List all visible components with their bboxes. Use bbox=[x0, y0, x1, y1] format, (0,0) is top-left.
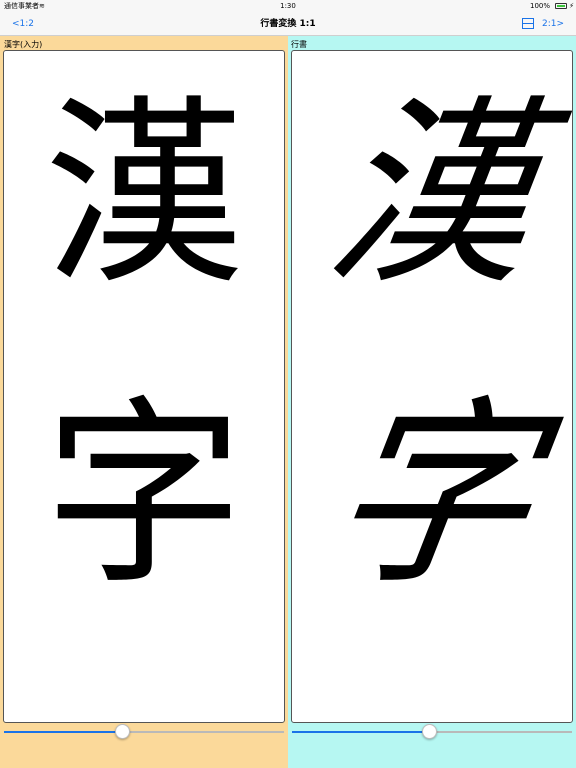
input-size-slider[interactable] bbox=[0, 724, 288, 740]
status-time: 1:30 bbox=[280, 2, 296, 10]
gyosho-panel-label: 行書 bbox=[291, 40, 307, 49]
slider-thumb[interactable] bbox=[422, 724, 438, 739]
slider-track-filled bbox=[4, 731, 122, 733]
slider-track bbox=[121, 731, 284, 733]
slider-track bbox=[429, 731, 572, 733]
slider-thumb[interactable] bbox=[114, 724, 130, 739]
slider-track-filled bbox=[292, 731, 430, 733]
gyosho-size-slider[interactable] bbox=[288, 724, 576, 740]
input-character: 漢 bbox=[43, 79, 244, 312]
gyosho-output-area: 漢 字 bbox=[291, 50, 573, 723]
navigation-bar: <1:2 行書変換 1:1 2:1> bbox=[0, 12, 576, 36]
input-panel: 漢字(入力) 漢 字 bbox=[0, 36, 288, 768]
next-ratio-button[interactable]: 2:1> bbox=[542, 12, 564, 36]
input-panel-label: 漢字(入力) bbox=[4, 40, 43, 49]
calligraphy-character: 漢 bbox=[315, 79, 549, 312]
battery-fill bbox=[557, 5, 565, 7]
gyosho-panel: 行書 漢 字 bbox=[288, 36, 576, 768]
battery-percent: 100% bbox=[529, 2, 550, 10]
status-bar: 通信事業者 ≋ 1:30 100% ⚡ bbox=[0, 0, 576, 12]
page-title: 行書変換 1:1 bbox=[260, 19, 316, 29]
battery-icon bbox=[555, 3, 567, 9]
input-character: 字 bbox=[43, 379, 244, 612]
split-layout-icon[interactable] bbox=[522, 18, 534, 29]
charging-icon: ⚡ bbox=[569, 2, 574, 10]
input-text-area[interactable]: 漢 字 bbox=[3, 50, 285, 723]
calligraphy-character: 字 bbox=[315, 379, 549, 612]
